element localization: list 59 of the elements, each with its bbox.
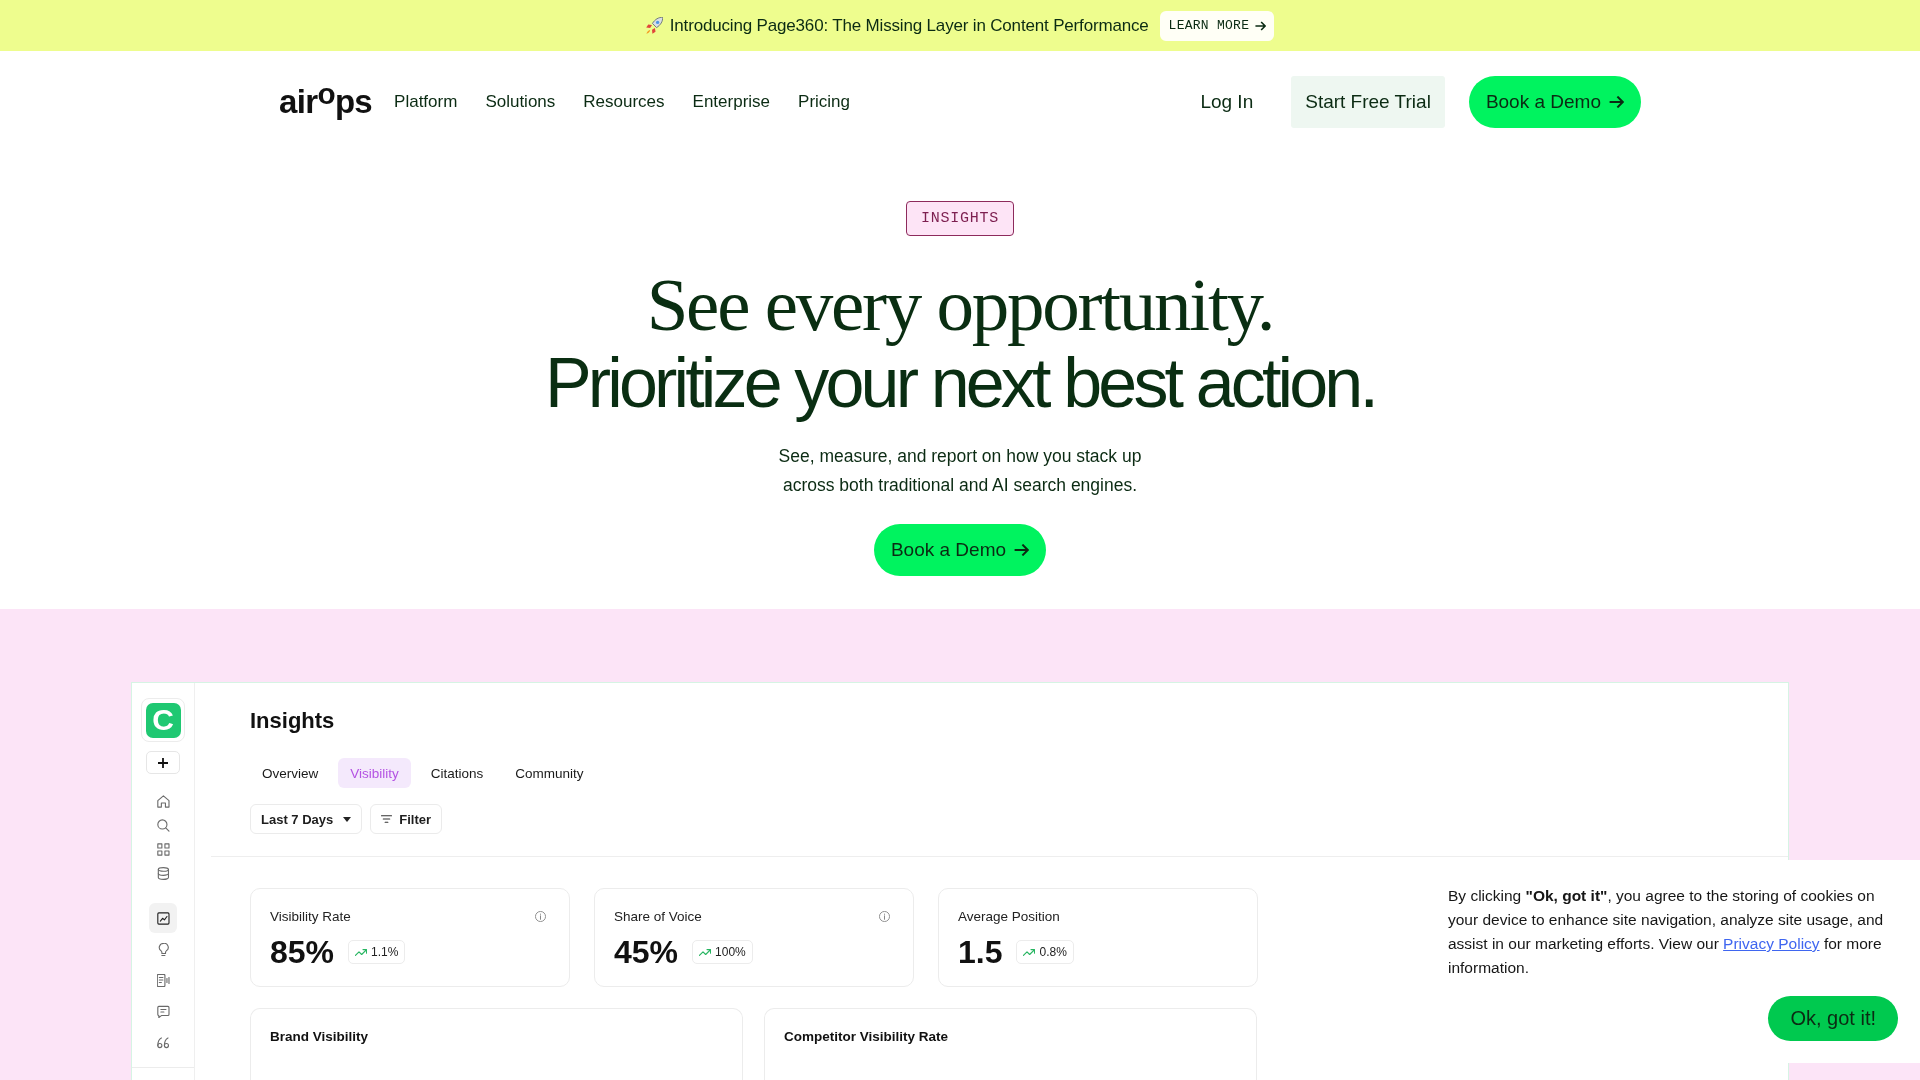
nav-link[interactable]: Solutions [485, 91, 556, 112]
nav-link[interactable]: Enterprise [692, 91, 771, 112]
card-title: Competitor Visibility Rate [784, 1029, 949, 1044]
change-value: 1.1% [371, 945, 399, 959]
tab[interactable]: Overview [250, 758, 331, 788]
tab[interactable]: Visibility [338, 758, 411, 788]
search-icon [156, 818, 170, 832]
announcement-text: Introducing Page360: The Missing Layer in Content Performance [669, 15, 1149, 36]
nav-link[interactable]: Platform [394, 91, 458, 112]
database-icon [156, 866, 170, 880]
book-demo-button[interactable]: Book a Demo [873, 524, 1047, 576]
free-trial-button[interactable]: Start Free Trial [1291, 75, 1445, 128]
tab[interactable]: Citations [418, 758, 496, 788]
plus-icon [158, 757, 168, 768]
section-tag: INSIGHTS [906, 201, 1014, 236]
stat-label: Share of Voice [614, 908, 702, 924]
lightbulb-icon [156, 942, 170, 956]
grid-icon [156, 842, 170, 856]
nav-link[interactable]: Pricing [798, 91, 851, 112]
caret-icon [343, 816, 352, 822]
chart-icon [156, 911, 170, 925]
card-title: Brand Visibility [270, 1029, 369, 1044]
home-icon [156, 794, 170, 808]
document-icon [156, 973, 170, 987]
rocket-icon [645, 17, 663, 34]
stat-label: Average Position [958, 908, 1060, 924]
accept-cookies-button[interactable]: Ok, got it! [1768, 996, 1898, 1041]
info-icon[interactable] [879, 910, 890, 922]
filter-button[interactable]: Filter [370, 804, 443, 834]
cookie-message: By clicking "Ok, got it", you agree to the storing of cookies on your device to enhance site navigation, analyze site usage, and assist in our marketing efforts. View our Privacy Policy for more information. [1448, 886, 1885, 978]
trend-up-icon [699, 948, 712, 956]
learn-more-button[interactable]: LEARN MORE [1159, 10, 1275, 41]
stat-value: 1.5 [958, 934, 1003, 970]
info-icon[interactable] [535, 910, 546, 922]
nav-link[interactable]: Resources [583, 91, 665, 112]
hero-subtitle: See, measure, and report on how you stack up across both traditional and AI search engines. [777, 445, 1143, 497]
new-button[interactable] [146, 751, 180, 774]
change-value: 100% [715, 945, 746, 959]
message-icon [156, 1004, 170, 1018]
book-demo-button[interactable]: Book a Demo [1468, 75, 1641, 128]
date-range-dropdown[interactable]: Last 7 Days [250, 804, 363, 834]
headline: See every opportunity. [646, 266, 1274, 344]
tab[interactable]: Community [503, 758, 596, 788]
stat-label: Visibility Rate [270, 908, 351, 924]
logo[interactable]: air$^{o}$ps [279, 85, 373, 118]
login-link[interactable]: Log In [1200, 90, 1254, 113]
arrow-right-icon [1014, 544, 1030, 556]
change-value: 0.8% [1039, 945, 1067, 959]
page-title: Insights [250, 707, 336, 735]
stat-value: 45% [614, 934, 679, 970]
arrow-right-icon [1255, 20, 1267, 31]
stat-value: 85% [270, 934, 335, 970]
sidebar-button[interactable] [149, 903, 177, 933]
trend-up-icon [1023, 948, 1036, 956]
arrow-right-icon [1609, 95, 1624, 108]
privacy-policy-link[interactable]: Privacy Policy [1723, 935, 1820, 952]
quote-icon [156, 1035, 170, 1049]
filter-icon [381, 815, 393, 823]
trend-up-icon [355, 948, 368, 956]
